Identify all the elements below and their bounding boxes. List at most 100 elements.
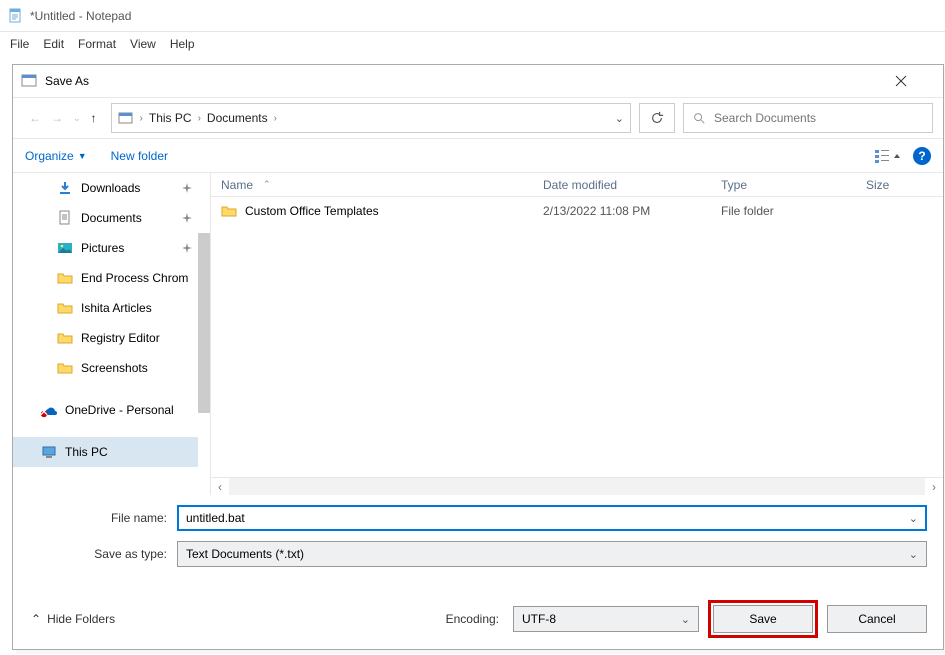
chevron-right-icon: ›	[198, 113, 201, 124]
folder-icon	[221, 203, 237, 219]
download-icon	[57, 180, 73, 196]
sidebar-item-ishita-articles[interactable]: Ishita Articles	[13, 293, 198, 323]
column-size[interactable]: Size	[856, 178, 943, 192]
sidebar-item-registry-editor[interactable]: Registry Editor	[13, 323, 198, 353]
sidebar-item-label: End Process Chrom	[81, 271, 188, 285]
dialog-icon	[21, 73, 37, 89]
chevron-up-icon: ⌃	[31, 612, 41, 626]
thispc-icon	[41, 444, 57, 460]
breadcrumb-icon	[118, 110, 134, 126]
organize-button[interactable]: Organize ▼	[25, 149, 87, 163]
breadcrumb-item[interactable]: Documents	[207, 111, 268, 125]
back-button[interactable]: ←	[29, 111, 41, 125]
sidebar-item-pictures[interactable]: Pictures	[13, 233, 198, 263]
dialog-title: Save As	[45, 74, 895, 88]
search-input[interactable]	[714, 111, 924, 125]
row-date: 2/13/2022 11:08 PM	[533, 204, 711, 218]
nav-row: ← → ⌄ ↑ › This PC › Documents › ⌄	[13, 97, 943, 139]
sidebar-item-label: Screenshots	[81, 361, 148, 375]
pin-icon	[182, 213, 192, 223]
caret-down-icon[interactable]: ⌄	[909, 548, 918, 561]
save-as-dialog: Save As ← → ⌄ ↑ › This PC › Documents › …	[12, 64, 944, 650]
folder-icon	[57, 270, 73, 286]
column-name[interactable]: Name⌃	[211, 178, 533, 192]
cancel-button[interactable]: Cancel	[827, 605, 927, 633]
up-button[interactable]: ↑	[91, 111, 97, 125]
chevron-right-icon: ›	[274, 113, 277, 124]
document-icon	[57, 210, 73, 226]
sidebar-item-downloads[interactable]: Downloads	[13, 173, 198, 203]
notepad-icon	[8, 8, 24, 24]
dialog-footer: ⌃ Hide Folders Encoding: UTF-8 ⌄ Save Ca…	[13, 589, 943, 649]
sidebar-item-label: Documents	[81, 211, 142, 225]
sidebar-item-label: Downloads	[81, 181, 140, 195]
saveastype-select[interactable]: Text Documents (*.txt) ⌄	[177, 541, 927, 567]
menu-help[interactable]: Help	[170, 37, 195, 51]
sidebar-item-label: Pictures	[81, 241, 124, 255]
scroll-left-icon[interactable]: ‹	[211, 480, 229, 494]
hide-folders-label: Hide Folders	[47, 612, 115, 626]
hscrollbar[interactable]: ‹ ›	[211, 477, 943, 495]
forward-button[interactable]: →	[51, 111, 63, 125]
caret-down-icon[interactable]: ⌄	[909, 512, 918, 525]
sidebar-item-screenshots[interactable]: Screenshots	[13, 353, 198, 383]
hscroll-track[interactable]	[229, 478, 925, 495]
folder-icon	[57, 330, 73, 346]
encoding-select[interactable]: UTF-8 ⌄	[513, 606, 699, 632]
column-headers: Name⌃ Date modified Type Size	[211, 173, 943, 197]
sidebar-item-documents[interactable]: Documents	[13, 203, 198, 233]
new-folder-button[interactable]: New folder	[111, 149, 168, 163]
recent-dropdown[interactable]: ⌄	[73, 113, 81, 124]
filename-value: untitled.bat	[186, 511, 245, 525]
notepad-menubar: File Edit Format View Help	[0, 32, 945, 56]
saveastype-label: Save as type:	[29, 547, 177, 561]
sidebar-item-label: OneDrive - Personal	[65, 403, 174, 417]
dialog-titlebar: Save As	[13, 65, 943, 97]
column-date[interactable]: Date modified	[533, 178, 711, 192]
table-row[interactable]: Custom Office Templates 2/13/2022 11:08 P…	[211, 197, 943, 225]
filename-input[interactable]: untitled.bat ⌄	[177, 505, 927, 531]
column-type[interactable]: Type	[711, 178, 856, 192]
menu-file[interactable]: File	[10, 37, 29, 51]
search-icon	[692, 111, 706, 125]
hide-folders-button[interactable]: ⌃ Hide Folders	[31, 612, 115, 626]
sidebar-item-onedrive-personal[interactable]: ✕ OneDrive - Personal	[13, 395, 198, 425]
dialog-toolbar: Organize ▼ New folder ?	[13, 139, 943, 173]
saveastype-value: Text Documents (*.txt)	[186, 547, 304, 561]
caret-down-icon[interactable]: ⌄	[681, 613, 690, 626]
search-box[interactable]	[683, 103, 933, 133]
notepad-title: *Untitled - Notepad	[30, 9, 131, 23]
sidebar-item-label: Registry Editor	[81, 331, 160, 345]
svg-text:✕: ✕	[41, 405, 49, 418]
row-type: File folder	[711, 204, 856, 218]
folder-icon	[57, 300, 73, 316]
breadcrumb-root[interactable]: This PC	[149, 111, 192, 125]
sidebar: Downloads Documents Pictures End Process Ch…	[13, 173, 211, 495]
row-name: Custom Office Templates	[245, 204, 379, 218]
breadcrumb-dropdown[interactable]: ⌄	[615, 112, 624, 125]
close-button[interactable]	[895, 75, 935, 87]
sidebar-item-end-process-chrom[interactable]: End Process Chrom	[13, 263, 198, 293]
menu-view[interactable]: View	[130, 37, 156, 51]
refresh-button[interactable]	[639, 103, 675, 133]
caret-down-icon: ▼	[78, 151, 87, 161]
notepad-titlebar: *Untitled - Notepad	[0, 0, 945, 32]
scroll-right-icon[interactable]: ›	[925, 480, 943, 494]
menu-format[interactable]: Format	[78, 37, 116, 51]
sidebar-item-this-pc[interactable]: This PC	[13, 437, 198, 467]
help-icon[interactable]: ?	[913, 147, 931, 165]
scrollbar-thumb[interactable]	[198, 233, 210, 413]
sidebar-item-label: Ishita Articles	[81, 301, 152, 315]
onedrive-error-icon: ✕	[41, 402, 57, 418]
organize-label: Organize	[25, 149, 74, 163]
pin-icon	[182, 243, 192, 253]
nav-arrows: ← → ⌄ ↑	[23, 111, 103, 125]
save-button[interactable]: Save	[713, 605, 813, 633]
folder-icon	[57, 360, 73, 376]
encoding-label: Encoding:	[446, 612, 499, 626]
view-options-button[interactable]	[875, 148, 903, 164]
dialog-body: Downloads Documents Pictures End Process Ch…	[13, 173, 943, 495]
breadcrumb[interactable]: › This PC › Documents › ⌄	[111, 103, 631, 133]
menu-edit[interactable]: Edit	[43, 37, 64, 51]
encoding-value: UTF-8	[522, 612, 556, 626]
